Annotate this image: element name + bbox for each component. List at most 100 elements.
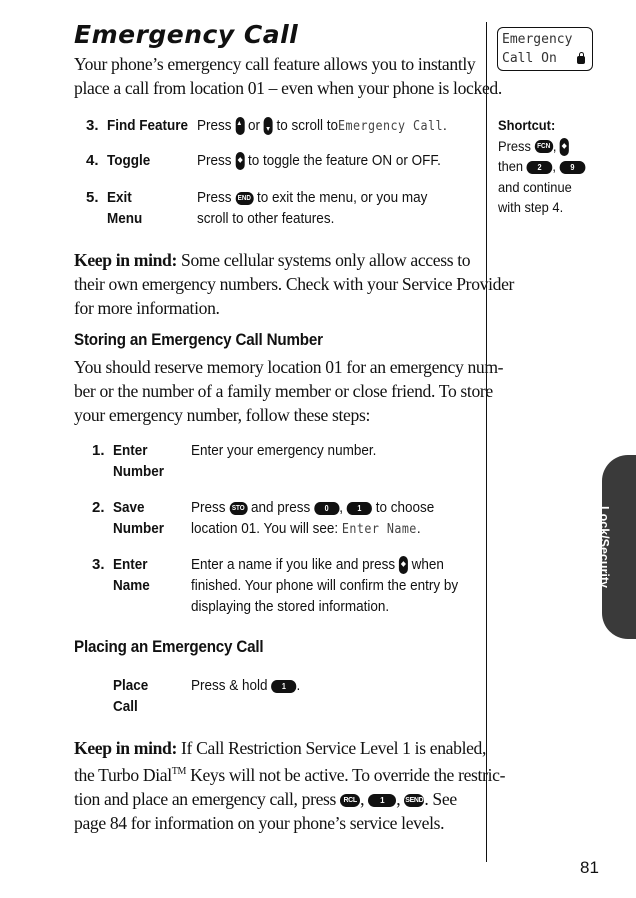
note-text: their own emergency numbers. Check with … (74, 274, 515, 294)
text: to choose (375, 499, 435, 516)
step-text: Press STO and press 0, 1 to choose (191, 497, 434, 518)
text: and press (251, 499, 311, 516)
intro-line: Your phone’s emergency call feature allo… (74, 54, 476, 74)
nav-up-key-icon (235, 117, 245, 136)
text: Press (197, 152, 232, 169)
page-title: Emergency Call (74, 20, 299, 49)
text: Enter a name if you like and press (191, 556, 396, 573)
intro-paragraph: Your phone’s emergency call feature allo… (74, 52, 502, 100)
end-key-icon: END (235, 191, 254, 205)
text: to scroll to (276, 117, 339, 134)
nav-select-key-icon (235, 152, 245, 171)
key-0-icon: 0 (314, 501, 340, 515)
step-save-number: 2. Save Number Press STO and press 0, 1 … (92, 497, 482, 541)
step-text: location 01. You will see: Enter Name. (191, 518, 421, 540)
step-number: 5. (86, 189, 99, 206)
note-text: Some cellular systems only allow access … (176, 250, 471, 270)
tab-text: Lock/Security (597, 506, 611, 588)
step-label: Call (113, 698, 138, 715)
text: then (498, 158, 524, 174)
para-line: You should reserve memory location 01 fo… (74, 357, 504, 377)
text: . (416, 520, 421, 537)
note-label: Keep in mind: (74, 738, 177, 758)
key-1-icon: 1 (271, 679, 297, 693)
step-label: Save (113, 499, 145, 516)
section-tab-label: Lock/Security (596, 457, 612, 637)
lcd-text: Enter Name (341, 522, 417, 537)
text: Press (197, 117, 232, 134)
note-text: the Turbo Dial (74, 764, 172, 785)
text: . (296, 677, 301, 694)
text: or (248, 117, 261, 134)
step-enter-name: 3. Enter Name Enter a name if you like a… (92, 554, 482, 618)
note-text: . See (424, 788, 457, 809)
note-label: Keep in mind: (74, 250, 177, 270)
note-text: tion and place an emergency call, press (74, 788, 337, 809)
send-key-icon: SEND (404, 794, 425, 808)
step-text: displaying the stored information. (191, 598, 390, 615)
trademark-symbol: TM (171, 766, 187, 777)
key-9-icon: 9 (559, 160, 586, 174)
step-label: Menu (107, 210, 143, 227)
step-label: Toggle (107, 152, 151, 169)
step-label: Place (113, 677, 149, 694)
step-number: 3. (92, 556, 105, 573)
text: and continue (498, 178, 572, 195)
text: when (411, 556, 444, 573)
note-text: If Call Restriction Service Level 1 is e… (176, 738, 487, 758)
step-label: Exit (107, 189, 132, 206)
nav-select-key-icon (560, 137, 570, 156)
step-number: 3. (86, 117, 99, 134)
text: , (339, 499, 344, 516)
step-place-call: Place Call Press & hold 1. (113, 675, 473, 719)
key-2-icon: 2 (526, 160, 553, 174)
note-text: page 84 for information on your phone’s … (74, 812, 445, 833)
text: location 01. You will see: (191, 520, 339, 537)
keep-in-mind-note-2: Keep in mind: If Call Restriction Servic… (74, 738, 506, 833)
rcl-key-icon: RCL (340, 794, 361, 808)
step-label: Name (113, 577, 150, 594)
note-text: for more information. (74, 298, 220, 318)
key-1-icon: 1 (368, 794, 397, 808)
step-text: Press END to exit the menu, or you may (197, 187, 427, 208)
step-exit-menu: 5. Exit Menu Press END to exit the menu,… (86, 187, 486, 231)
lcd-display: Emergency Call On (497, 27, 593, 71)
step-text: Press to toggle the feature ON or OFF. (197, 150, 441, 171)
step-number: 4. (86, 152, 99, 169)
column-divider (486, 22, 487, 862)
keep-in-mind-note: Keep in mind: Some cellular systems only… (74, 248, 514, 320)
text: to exit the menu, or you may (257, 189, 428, 206)
note-text: Keys will not be active. To override the… (186, 764, 506, 785)
step-text: Press or to scroll toEmergency Call. (197, 115, 447, 137)
step-label: Number (113, 463, 165, 480)
key-1-icon: 1 (346, 501, 372, 515)
section-heading-storing: Storing an Emergency Call Number (74, 331, 323, 349)
lcd-text: Emergency Call (338, 119, 443, 134)
shortcut-title: Shortcut: (498, 117, 556, 133)
step-label: Enter (113, 556, 148, 573)
lock-icon (577, 52, 585, 64)
step-text: scroll to other features. (197, 210, 335, 227)
para-line: ber or the number of a family member or … (74, 381, 493, 401)
shortcut-note: Shortcut: Press FCN, then 2, 9 and conti… (498, 115, 586, 218)
step-enter-number: 1. Enter Number Enter your emergency num… (92, 440, 482, 484)
step-find-feature: 3. Find Feature Press or to scroll toEme… (86, 115, 486, 139)
text: with step 4. (498, 199, 564, 215)
step-label: Number (113, 520, 165, 537)
text: to toggle the feature ON or OFF. (248, 152, 441, 169)
step-toggle: 4. Toggle Press to toggle the feature ON… (86, 150, 486, 174)
step-number: 1. (92, 442, 105, 459)
sto-key-icon: STO (229, 501, 248, 515)
text: Press (197, 189, 232, 206)
nav-select-key-icon (398, 556, 408, 575)
step-label: Enter (113, 442, 148, 459)
section-heading-placing: Placing an Emergency Call (74, 638, 264, 656)
page-number: 81 (580, 858, 599, 877)
text: Press (498, 137, 531, 154)
step-number: 2. (92, 499, 105, 516)
text: Press & hold (191, 677, 268, 694)
text: . (442, 117, 447, 134)
step-text: Press & hold 1. (191, 675, 300, 696)
fcn-key-icon: FCN (534, 140, 553, 154)
para-line: your emergency number, follow these step… (74, 405, 370, 425)
